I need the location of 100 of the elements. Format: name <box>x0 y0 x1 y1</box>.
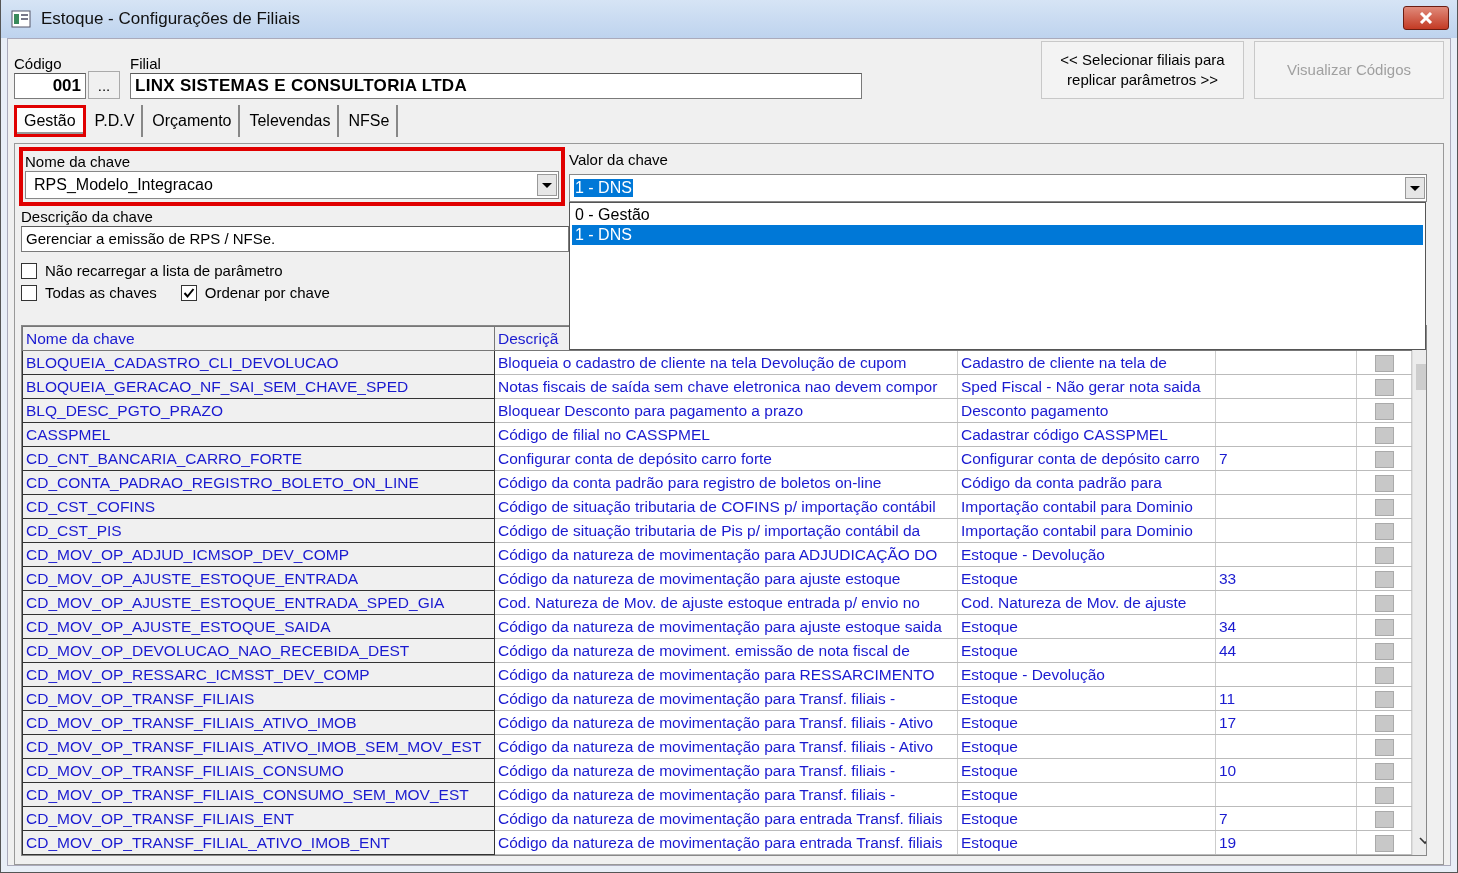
table-cell: Cod. Natureza de Mov. de ajuste estoque entrada p/ envio no <box>498 593 920 611</box>
checkbox[interactable] <box>180 284 197 301</box>
table-cell: CD_CST_COFINS <box>26 497 156 515</box>
table-cell: CD_MOV_OP_DEVOLUCAO_NAO_RECEBIDA_DEST <box>26 641 410 659</box>
square-icon <box>1374 690 1394 708</box>
description-field[interactable]: Gerenciar a emissão de RPS / NFSe. <box>21 226 569 252</box>
square-icon <box>1374 450 1394 468</box>
table-cell: Estoque <box>961 833 1018 851</box>
table-cell: 33 <box>1219 569 1237 587</box>
field-label: Código <box>14 55 63 73</box>
checkbox[interactable] <box>21 262 37 279</box>
tab[interactable]: Televendas <box>242 105 340 137</box>
dropdown-option[interactable]: 1 - DNS <box>572 225 1423 245</box>
field-label: Nome da chave <box>25 153 132 171</box>
table-cell: Código da natureza de movimentação para entrada Transf. filiais <box>498 809 943 827</box>
column-header[interactable]: Nome da chave <box>22 326 495 351</box>
field-label: Filial <box>130 55 162 73</box>
square-icon <box>1374 570 1394 588</box>
table-cell: Cadastro de cliente na tela de <box>961 353 1167 371</box>
square-icon <box>1374 594 1394 612</box>
table-cell: CD_MOV_OP_TRANSF_FILIAL_ATIVO_IMOB_ENT <box>26 833 391 851</box>
table-cell: Estoque - Devolução <box>961 545 1105 563</box>
square-icon <box>1374 738 1394 756</box>
table-cell: CD_MOV_OP_ADJUD_ICMSOP_DEV_COMP <box>26 545 349 563</box>
table-cell: Estoque <box>961 617 1018 635</box>
table-cell: Desconto pagamento <box>961 401 1109 419</box>
field-label: Descrição da chave <box>21 208 154 226</box>
table-cell: Cod. Natureza de Mov. de ajuste <box>961 593 1187 611</box>
table-cell: CD_MOV_OP_TRANSF_FILIAIS <box>26 689 255 707</box>
checkbox-label: Todas as chaves <box>45 284 157 301</box>
checkmark-icon <box>182 286 195 299</box>
square-icon <box>1374 666 1394 684</box>
browse-button[interactable]: ... <box>88 71 120 99</box>
table-cell: Código da natureza de movimentação para Transf. filiais - <box>498 785 896 803</box>
table-cell: Importação contabil para Dominio <box>961 497 1193 515</box>
table-cell: CD_MOV_OP_AJUSTE_ESTOQUE_ENTRADA_SPED_GIA <box>26 593 445 611</box>
square-icon <box>1374 426 1394 444</box>
table-cell: CD_CONTA_PADRAO_REGISTRO_BOLETO_ON_LINE <box>26 473 419 491</box>
close-button[interactable] <box>1403 6 1449 30</box>
table-cell: Estoque <box>961 761 1018 779</box>
table-cell: CD_MOV_OP_TRANSF_FILIAIS_CONSUMO_SEM_MOV_EST <box>26 785 469 803</box>
square-icon <box>1374 762 1394 780</box>
table-cell: BLOQUEIA_CADASTRO_CLI_DEVOLUCAO <box>26 353 339 371</box>
table-cell: Código da natureza de movimentação para ajuste estoque saida <box>498 617 942 635</box>
square-icon <box>1374 522 1394 540</box>
square-icon <box>1374 402 1394 420</box>
table-cell: Configurar conta de depósito carro <box>961 449 1200 467</box>
table-cell: Estoque <box>961 785 1018 803</box>
square-icon <box>1374 642 1394 660</box>
table-cell: Código da natureza de movimentação para RESSARCIMENTO <box>498 665 935 683</box>
table-cell: Sped Fiscal - Não gerar nota saida <box>961 377 1201 395</box>
table-cell: Código da conta padrão para registro de boletos on-line <box>498 473 882 491</box>
checkbox[interactable] <box>21 284 37 301</box>
table-cell: Estoque <box>961 713 1018 731</box>
table-cell: 19 <box>1219 833 1237 851</box>
key-name-dropdown[interactable]: RPS_Modelo_Integracao <box>25 171 559 199</box>
code-field[interactable]: 001 <box>14 73 86 99</box>
tab[interactable]: Orçamento <box>145 105 241 137</box>
table-cell: Código da natureza de movimentação para Transf. filiais - Ativo <box>498 713 934 731</box>
table-cell: Código da natureza de movimentação para Transf. filiais - <box>498 689 896 707</box>
table-cell: Cadastrar código CASSPMEL <box>961 425 1168 443</box>
table-cell: CD_MOV_OP_TRANSF_FILIAIS_CONSUMO <box>26 761 344 779</box>
action-button[interactable]: << Selecionar filiais para replicar parâmetros >> <box>1041 41 1244 99</box>
table-cell: Código da natureza de moviment. emissão de nota fiscal de <box>498 641 910 659</box>
table-cell: Bloqueia o cadastro de cliente na tela Devolução de cupom <box>498 353 907 371</box>
table-cell: Estoque <box>961 809 1018 827</box>
tab[interactable]: Gestão <box>14 105 86 137</box>
table-cell: Estoque - Devolução <box>961 665 1105 683</box>
table-cell: CASSPMEL <box>26 425 111 443</box>
table-cell: BLQ_DESC_PGTO_PRAZO <box>26 401 223 419</box>
table-cell: Configurar conta de depósito carro forte <box>498 449 772 467</box>
square-icon <box>1374 834 1394 852</box>
table-cell: Importação contabil para Dominio <box>961 521 1193 539</box>
window-title: Estoque - Configurações de Filiais <box>41 9 301 29</box>
square-icon <box>1374 378 1394 396</box>
checkbox-label: Não recarregar a lista de parâmetro <box>45 262 283 279</box>
square-icon <box>1374 498 1394 516</box>
branch-field[interactable]: LINX SISTEMAS E CONSULTORIA LTDA <box>130 73 862 99</box>
table-cell: Código da natureza de movimentação para Transf. filiais - Ativo <box>498 737 934 755</box>
square-icon <box>1374 546 1394 564</box>
table-cell: Código da natureza de movimentação para ajuste estoque <box>498 569 901 587</box>
table-cell: 11 <box>1219 689 1236 707</box>
table-cell: Estoque <box>961 641 1018 659</box>
table-cell: 7 <box>1219 449 1228 467</box>
close-icon <box>1419 12 1433 24</box>
table-cell: Notas fiscais de saída sem chave eletronica nao devem compor <box>498 377 938 395</box>
table-cell: CD_MOV_OP_AJUSTE_ESTOQUE_ENTRADA <box>26 569 359 587</box>
tab[interactable]: NFSe <box>341 105 399 137</box>
column-header[interactable]: Descriçã <box>494 326 958 351</box>
table-cell: Bloquear Desconto para pagamento a prazo <box>498 401 804 419</box>
dropdown-option[interactable]: 0 - Gestão <box>572 205 1423 225</box>
square-icon <box>1374 786 1394 804</box>
table-cell: Código da natureza de movimentação para ADJUDICAÇÃO DO <box>498 545 938 563</box>
table-cell: CD_MOV_OP_TRANSF_FILIAIS_ATIVO_IMOB_SEM_MOV_EST <box>26 737 482 755</box>
square-icon <box>1374 618 1394 636</box>
table-cell: Estoque <box>961 569 1018 587</box>
tab[interactable]: P.D.V <box>87 105 144 137</box>
window-icon <box>11 10 31 28</box>
square-icon <box>1374 354 1394 372</box>
table-cell: Estoque <box>961 689 1018 707</box>
